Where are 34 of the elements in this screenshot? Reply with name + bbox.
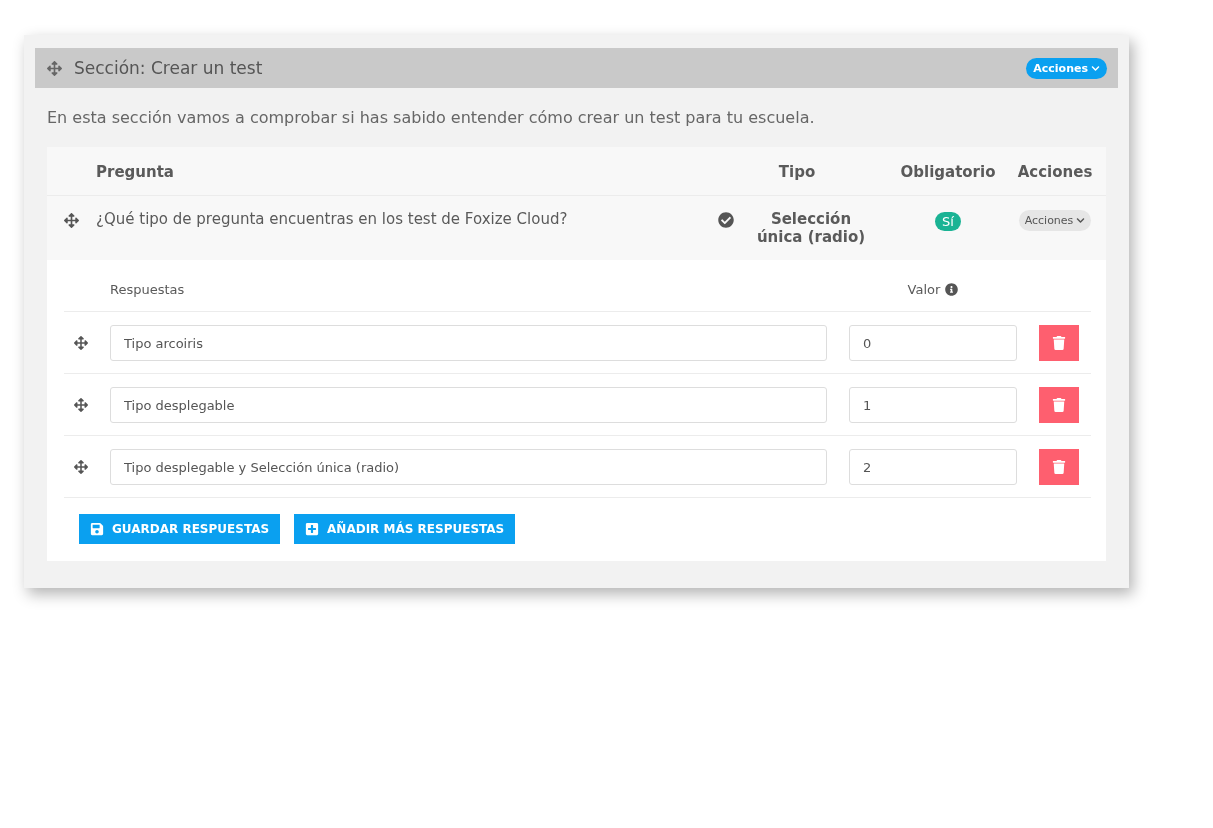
column-header: Pregunta [96,147,702,196]
column-header: Acciones [1004,147,1106,196]
column-header: Respuestas [110,282,186,297]
column-header: Tipo [702,147,892,196]
move-icon[interactable] [64,213,79,228]
delete-button[interactable] [1039,387,1079,423]
plus-icon [305,522,320,536]
delete-button[interactable] [1039,325,1079,361]
answer-field[interactable]: Tipo desplegable y Selección única (radio) [110,449,827,485]
section-title: Sección: Crear un test [74,58,264,78]
column-header: Valor [907,282,941,297]
save-icon [90,522,104,536]
info-icon[interactable] [945,283,959,296]
answer-field[interactable]: Tipo desplegable [110,387,827,423]
move-icon[interactable] [74,398,88,412]
column-header: Obligatorio [892,147,1004,196]
chevron-icon [1091,63,1100,73]
trash-icon [1052,398,1066,412]
move-icon[interactable] [74,460,88,474]
value-field[interactable]: 1 [849,387,1017,423]
actions-dropdown[interactable]: Acciones [1018,210,1092,231]
trash-icon [1052,336,1066,350]
question-type: Selección única (radio) [755,210,867,246]
value-field[interactable]: 0 [849,325,1017,361]
answer-field[interactable]: Tipo arcoiris [110,325,827,361]
question-text: ¿Qué tipo de pregunta encuentras en los test de Foxize Cloud? [96,209,569,230]
chevron-icon [1076,216,1086,225]
move-icon[interactable] [74,336,88,350]
move-icon[interactable] [47,60,62,76]
delete-button[interactable] [1039,449,1079,485]
value-field[interactable]: 2 [849,449,1017,485]
section-description: En esta sección vamos a comprobar si has sabido entender cómo crear un test para tu escuela. [47,108,816,127]
required-badge: Sí [935,212,961,231]
trash-icon [1052,460,1066,474]
